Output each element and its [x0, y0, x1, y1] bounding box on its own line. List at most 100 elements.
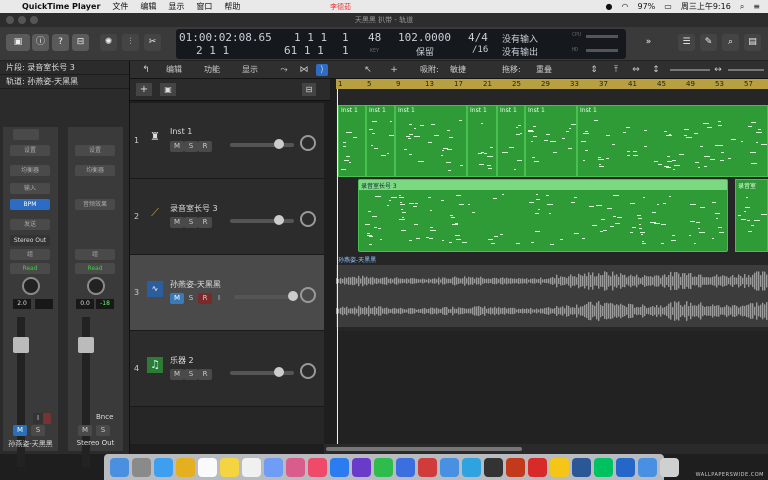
launchpad-icon[interactable]	[132, 457, 151, 477]
out-mute-button[interactable]: M	[78, 425, 92, 436]
menu-view[interactable]: 显示	[168, 1, 184, 12]
qq-icon[interactable]	[550, 457, 569, 477]
strip-group-button[interactable]: 组	[10, 249, 50, 260]
library-button[interactable]: ▣	[6, 34, 30, 51]
zoom-window-button[interactable]	[30, 16, 38, 24]
game-icon[interactable]	[484, 457, 503, 477]
calendar-icon[interactable]	[198, 457, 217, 477]
out-eq-button[interactable]: 均衡器	[75, 165, 115, 176]
record-status-icon[interactable]: ●	[606, 2, 613, 11]
zoom-horizontal-slider[interactable]	[728, 69, 764, 71]
strip-solo-button[interactable]: S	[31, 425, 45, 436]
netease-music-icon[interactable]	[528, 457, 547, 477]
search-icon[interactable]: ⌕	[740, 2, 744, 12]
zoom-vertical-slider-icon[interactable]: ↕	[650, 64, 662, 76]
global-tracks-icon[interactable]: ⊟	[302, 83, 316, 96]
track-name[interactable]: 录音室长号 3	[170, 203, 218, 214]
track-mute-button[interactable]: M	[170, 217, 184, 228]
waveform-zoom-icon[interactable]: ⇕	[588, 64, 600, 76]
track-pan-knob[interactable]	[300, 211, 316, 227]
out-setting-button[interactable]: 设置	[75, 145, 115, 156]
browser-icon[interactable]: ▤	[744, 34, 761, 51]
track-volume-cap[interactable]	[288, 291, 298, 301]
loop-browser-icon[interactable]: ⌕	[722, 34, 739, 51]
reminders-icon[interactable]	[242, 457, 261, 477]
track-mute-button[interactable]: M	[170, 293, 184, 304]
midi-region[interactable]: Inst 1	[395, 105, 467, 177]
midi-region[interactable]: Inst 1	[338, 105, 366, 177]
track-mute-button[interactable]: M	[170, 369, 184, 380]
pointer-tool-icon[interactable]: ↖	[362, 64, 374, 76]
menu-help[interactable]: 帮助	[224, 1, 240, 12]
app-menu[interactable]: QuickTime Player	[22, 2, 100, 11]
strip-mute-button[interactable]: M	[13, 425, 27, 436]
music-icon[interactable]	[308, 457, 327, 477]
region-inspector-header[interactable]: 片段: 录音室长号 3	[0, 61, 129, 75]
downloads-icon[interactable]	[638, 457, 657, 477]
back-arrow-icon[interactable]: ↰	[140, 64, 152, 76]
photos-icon[interactable]	[286, 457, 305, 477]
imovie-icon[interactable]	[352, 457, 371, 477]
cycle-region[interactable]	[336, 79, 768, 89]
out-automation-button[interactable]: Read	[75, 263, 115, 274]
track-solo-button[interactable]: S	[184, 217, 198, 228]
track-record-button[interactable]: R	[198, 141, 212, 152]
midi-region[interactable]: 录音室长号 3	[358, 179, 728, 252]
out-fx-button[interactable]: 音频效果	[75, 199, 115, 210]
preview-icon[interactable]	[440, 457, 459, 477]
midi-region[interactable]: Inst 1	[467, 105, 497, 177]
track-record-button[interactable]: R	[198, 217, 212, 228]
strip-record-enable[interactable]	[43, 413, 51, 424]
link-icon[interactable]	[75, 183, 115, 194]
track-header-3[interactable]: 3 ∿ 孙燕姿-天黑黑 M S R I	[130, 255, 324, 331]
track-solo-button[interactable]: S	[184, 369, 198, 380]
track-pan-knob[interactable]	[300, 363, 316, 379]
midi-region[interactable]: Inst 1	[577, 105, 768, 177]
minimize-window-button[interactable]	[18, 16, 26, 24]
finder-icon[interactable]	[110, 457, 129, 477]
chrome-icon[interactable]	[176, 457, 195, 477]
automation-curve-icon[interactable]: ⤳	[278, 64, 290, 76]
wechat-icon[interactable]	[374, 457, 393, 477]
track-header-4[interactable]: 4 ♫ 乐器 2 M S R	[130, 331, 324, 407]
strip-meter-toggle[interactable]	[13, 129, 39, 140]
snap-dropdown[interactable]: 敏捷	[450, 64, 466, 75]
midi-region[interactable]: Inst 1	[366, 105, 395, 177]
vertical-zoom-icon[interactable]: ⤒	[610, 64, 622, 76]
word-icon[interactable]	[572, 457, 591, 477]
strip-input-button[interactable]: 输入	[10, 183, 50, 194]
scrollbar-thumb[interactable]	[326, 447, 522, 451]
track-solo-button[interactable]: S	[184, 141, 198, 152]
arrange-area[interactable]: Inst 1 Inst 1 Inst 1 Inst 1 Inst 1 Inst …	[336, 101, 768, 444]
playhead[interactable]	[337, 89, 338, 444]
horizontal-zoom-icon[interactable]: ⇔	[630, 64, 642, 76]
strip-input-monitor[interactable]: I	[33, 413, 43, 424]
track-input-monitor-button[interactable]: I	[212, 293, 226, 304]
ruler-lower[interactable]	[336, 89, 768, 101]
telegram-icon[interactable]	[462, 457, 481, 477]
strip-fader-cap[interactable]	[13, 337, 29, 353]
appstore-icon[interactable]	[330, 457, 349, 477]
track-name[interactable]: 乐器 2	[170, 355, 194, 366]
zoom-vertical-slider[interactable]	[670, 69, 710, 71]
control-center-icon[interactable]: ≡	[753, 2, 760, 11]
out-pan-knob[interactable]	[87, 277, 105, 295]
toolbar-button[interactable]: ⊟	[72, 34, 89, 51]
wifi-icon[interactable]: ◠	[622, 2, 629, 11]
menu-window[interactable]: 窗口	[196, 1, 212, 12]
list-editors-icon[interactable]: ☰	[678, 34, 695, 51]
battery-icon[interactable]: ▭	[664, 2, 672, 11]
iqiyi-icon[interactable]	[594, 457, 613, 477]
edge-icon[interactable]	[616, 457, 635, 477]
track-volume-slider[interactable]	[234, 295, 294, 299]
strip-pan-knob[interactable]	[22, 277, 40, 295]
help-button[interactable]: ?	[52, 34, 69, 51]
duplicate-track-icon[interactable]: ▣	[160, 83, 176, 96]
track-record-button[interactable]: R	[198, 369, 212, 380]
safari-icon[interactable]	[154, 457, 173, 477]
inspector-button[interactable]: ⓘ	[32, 34, 49, 51]
track-header-2[interactable]: 2 ⟋ 录音室长号 3 M S R	[130, 179, 324, 255]
track-mute-button[interactable]: M	[170, 141, 184, 152]
track-inspector-header[interactable]: 轨道: 孙燕姿-天黑黑	[0, 75, 129, 89]
ladybug-icon[interactable]	[418, 457, 437, 477]
